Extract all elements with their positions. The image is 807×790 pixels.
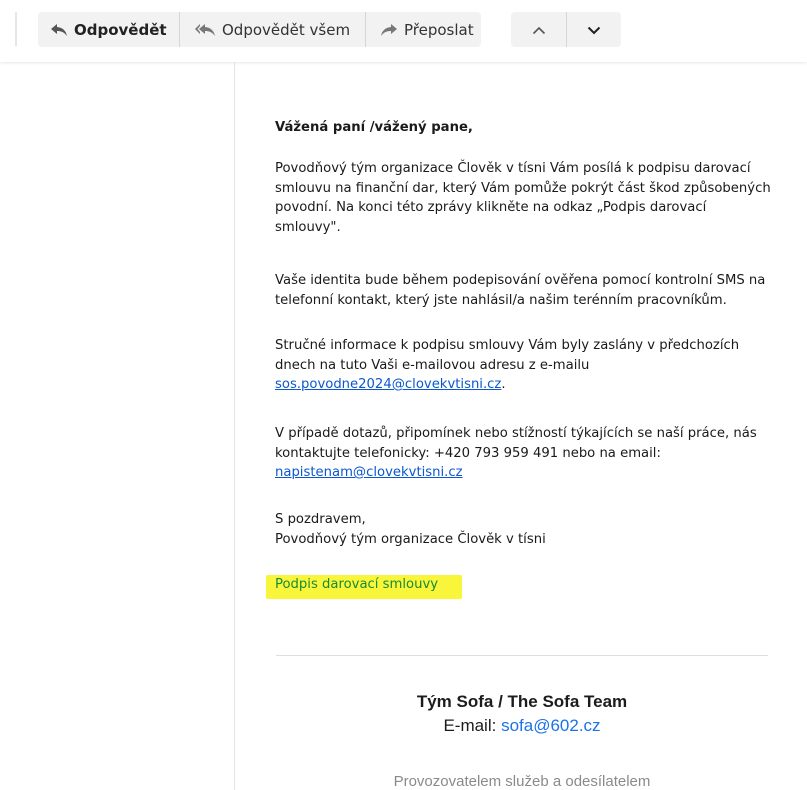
provider-text: Provozovatelem služeb a odesílatelem [393, 773, 651, 790]
contact-email-link[interactable]: napistenam@clovekvtisni.cz [275, 465, 463, 480]
forward-label: Přeposlat [404, 20, 474, 39]
email-closing-1: S pozdravem, [275, 512, 366, 527]
team-email-link[interactable]: sofa@602.cz [501, 716, 600, 735]
forward-button[interactable]: Přeposlat [365, 12, 481, 47]
email-paragraph-3: Stručné informace k podpisu smlouvy Vám … [275, 336, 775, 395]
toolbar-left-edge [15, 12, 17, 46]
reply-all-button[interactable]: Odpovědět všem [179, 12, 365, 47]
email-paragraph-1: Povodňový tým organizace Člověk v tísni … [275, 161, 771, 235]
reply-button-group: Odpovědět Odpovědět všem Přeposlat [38, 12, 481, 47]
email-closing-2: Povodňový tým organizace Člověk v tísni [275, 532, 546, 547]
reply-all-label: Odpovědět všem [222, 20, 351, 39]
footer-separator [276, 655, 768, 656]
reply-icon [51, 23, 67, 36]
team-email-label: E-mail: [443, 716, 502, 735]
sign-contract-link[interactable]: Podpis darovací smlouvy [266, 575, 462, 599]
reply-button[interactable]: Odpovědět [38, 12, 179, 47]
chevron-up-icon [532, 21, 546, 39]
sender-email-link[interactable]: sos.povodne2024@clovekvtisni.cz [275, 377, 501, 392]
email-paragraph-2: Vaše identita bude během podepisování ov… [275, 273, 766, 308]
team-email-line: E-mail: sofa@602.cz [276, 714, 768, 738]
forward-icon [381, 23, 397, 36]
team-name: Tým Sofa / The Sofa Team [416, 692, 628, 711]
email-paragraph-4: V případě dotazů, připomínek nebo stížno… [275, 424, 775, 483]
email-greeting: Vážená paní /vážený pane, [275, 120, 473, 135]
sign-contract-link-label: Podpis darovací smlouvy [275, 577, 439, 592]
paragraph-4-text: V případě dotazů, připomínek nebo stížno… [275, 426, 757, 461]
message-toolbar: Odpovědět Odpovědět všem Přeposlat [0, 0, 807, 62]
chevron-down-icon [587, 21, 601, 39]
sender-signature: Tým Sofa / The Sofa Team E-mail: sofa@60… [276, 690, 768, 738]
pane-divider [234, 62, 235, 790]
next-message-button[interactable] [566, 12, 621, 47]
paragraph-3-text: Stručné informace k podpisu smlouvy Vám … [275, 338, 740, 373]
paragraph-3-end: . [501, 377, 506, 392]
previous-message-button[interactable] [511, 12, 566, 47]
reply-label: Odpovědět [74, 20, 167, 39]
reply-all-icon [195, 23, 215, 36]
message-nav-group [511, 12, 621, 47]
